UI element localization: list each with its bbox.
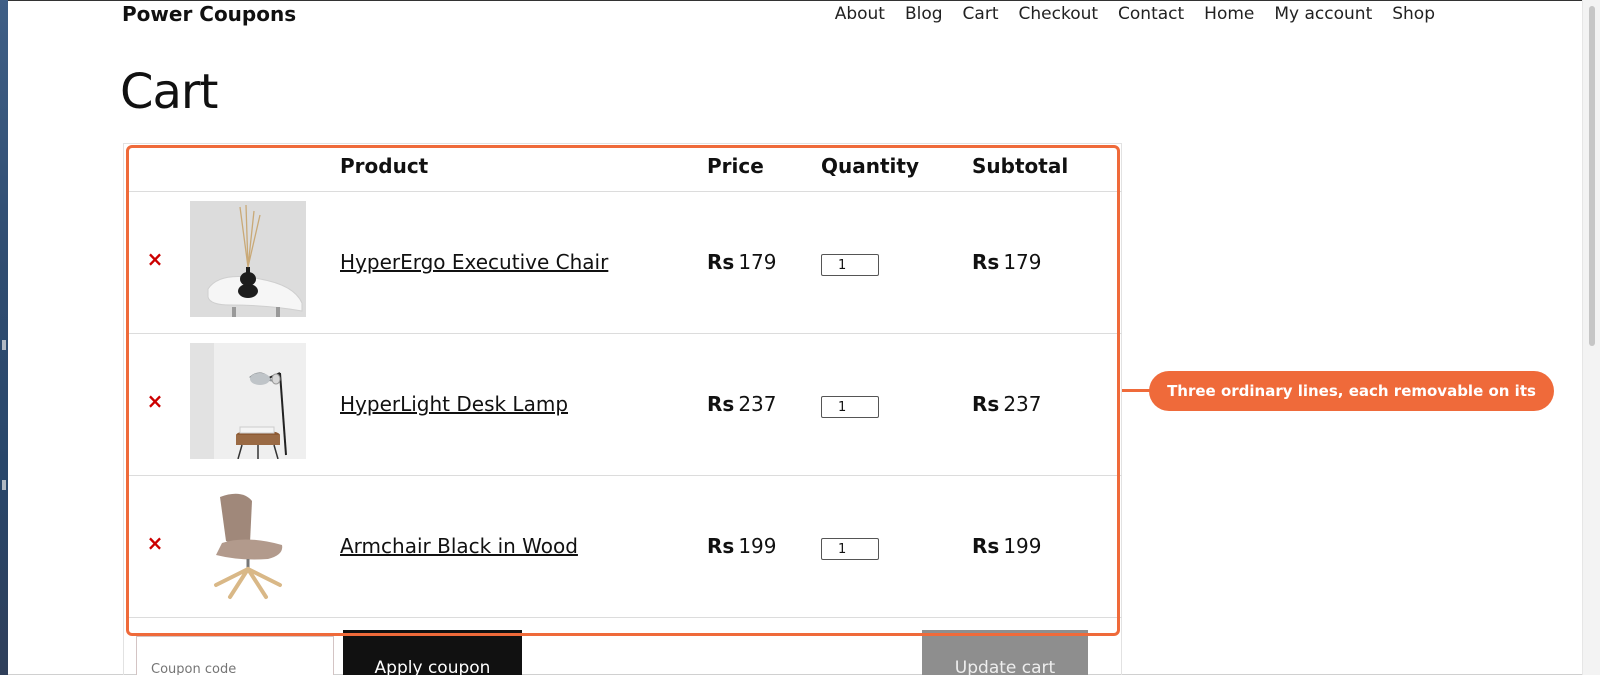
subtotal-value: 179 (1003, 250, 1042, 274)
annotation-connector (1122, 389, 1150, 392)
currency-symbol: Rs (972, 534, 1000, 558)
nav-shop[interactable]: Shop (1392, 4, 1435, 24)
desktop-icon-fragment (2, 480, 6, 490)
site-title[interactable]: Power Coupons (122, 2, 296, 26)
desktop-icon-fragment (2, 340, 6, 350)
product-link[interactable]: HyperLight Desk Lamp (340, 392, 568, 416)
price-value: 199 (738, 534, 777, 558)
page-scrollbar[interactable] (1582, 0, 1600, 675)
nav-home[interactable]: Home (1204, 4, 1254, 24)
remove-item-icon[interactable]: × (144, 248, 166, 270)
quantity-input[interactable] (821, 538, 879, 560)
cart-item-row: × Armchair Black in Wood Rs199 Rs199 (128, 476, 1122, 618)
update-cart-button[interactable]: Update cart (922, 630, 1088, 675)
nav-cart[interactable]: Cart (963, 4, 999, 24)
nav-about[interactable]: About (835, 4, 885, 24)
item-price: Rs 199 (707, 534, 777, 558)
currency-symbol: Rs (972, 250, 1000, 274)
browser-top-edge (8, 0, 1600, 1)
price-value: 237 (738, 392, 777, 416)
header-product: Product (340, 154, 429, 178)
nav-my-account[interactable]: My account (1274, 4, 1372, 24)
quantity-input[interactable] (821, 396, 879, 418)
item-subtotal: Rs 199 (972, 534, 1042, 558)
item-subtotal: Rs 179 (972, 250, 1042, 274)
desktop-background-strip (0, 0, 8, 675)
currency-symbol: Rs (707, 392, 735, 416)
armchair-photo-icon[interactable] (190, 485, 306, 601)
price-value: 179 (738, 250, 777, 274)
cart-item-row: × HyperLight Desk Lamp Rs237 Rs237 (128, 334, 1122, 476)
page-title: Cart (120, 64, 218, 120)
header-subtotal: Subtotal (972, 154, 1069, 178)
product-link[interactable]: Armchair Black in Wood (340, 534, 578, 558)
item-price: Rs 237 (707, 392, 777, 416)
annotation-label: Three ordinary lines, each removable on … (1149, 371, 1554, 440)
currency-symbol: Rs (972, 392, 1000, 416)
currency-symbol: Rs (707, 250, 735, 274)
nav-checkout[interactable]: Checkout (1019, 4, 1099, 24)
header-price: Price (707, 154, 764, 178)
header-quantity: Quantity (821, 154, 919, 178)
currency-symbol: Rs (707, 534, 735, 558)
remove-item-icon[interactable]: × (144, 532, 166, 554)
scrollbar-thumb[interactable] (1589, 6, 1595, 346)
coupon-code-input[interactable] (136, 636, 334, 675)
subtotal-value: 199 (1003, 534, 1042, 558)
subtotal-value: 237 (1003, 392, 1042, 416)
product-link[interactable]: HyperErgo Executive Chair (340, 250, 608, 274)
item-subtotal: Rs 237 (972, 392, 1042, 416)
nav-blog[interactable]: Blog (905, 4, 943, 24)
cart-table: Product Price Quantity Subtotal × HyperE… (123, 143, 1122, 675)
nav-contact[interactable]: Contact (1118, 4, 1184, 24)
quantity-input[interactable] (821, 254, 879, 276)
cart-item-row: × HyperErgo Executive Chair Rs179 Rs179 (128, 192, 1122, 334)
chair-vase-photo-icon[interactable] (190, 201, 306, 317)
cart-table-header: Product Price Quantity Subtotal (128, 144, 1122, 192)
desk-lamp-photo-icon[interactable] (190, 343, 306, 459)
cart-actions: Apply coupon Update cart (124, 624, 1122, 675)
item-price: Rs 179 (707, 250, 777, 274)
remove-item-icon[interactable]: × (144, 390, 166, 412)
main-nav: About Blog Cart Checkout Contact Home My… (835, 4, 1435, 24)
apply-coupon-button[interactable]: Apply coupon (343, 630, 522, 675)
